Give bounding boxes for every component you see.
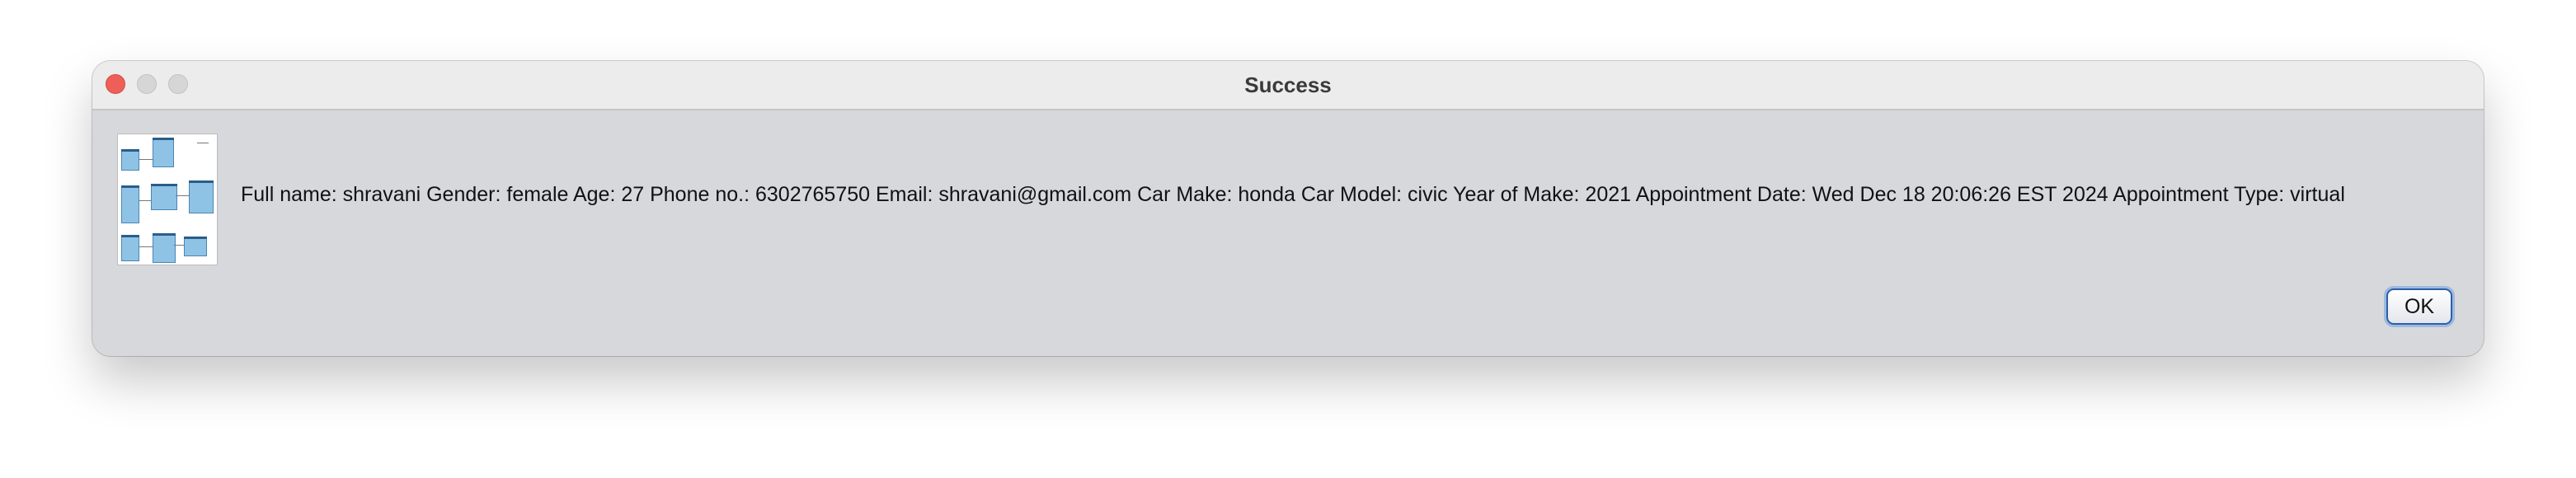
success-message: Full name: shravani Gender: female Age: … [241, 183, 2345, 206]
title-bar[interactable]: Success [92, 61, 2484, 110]
diagram-thumbnail-icon [117, 134, 218, 265]
ok-button[interactable]: OK [2386, 288, 2452, 325]
success-dialog: Success Full name: shravani Gender: fema… [92, 61, 2484, 356]
window-title: Success [1244, 73, 1332, 97]
